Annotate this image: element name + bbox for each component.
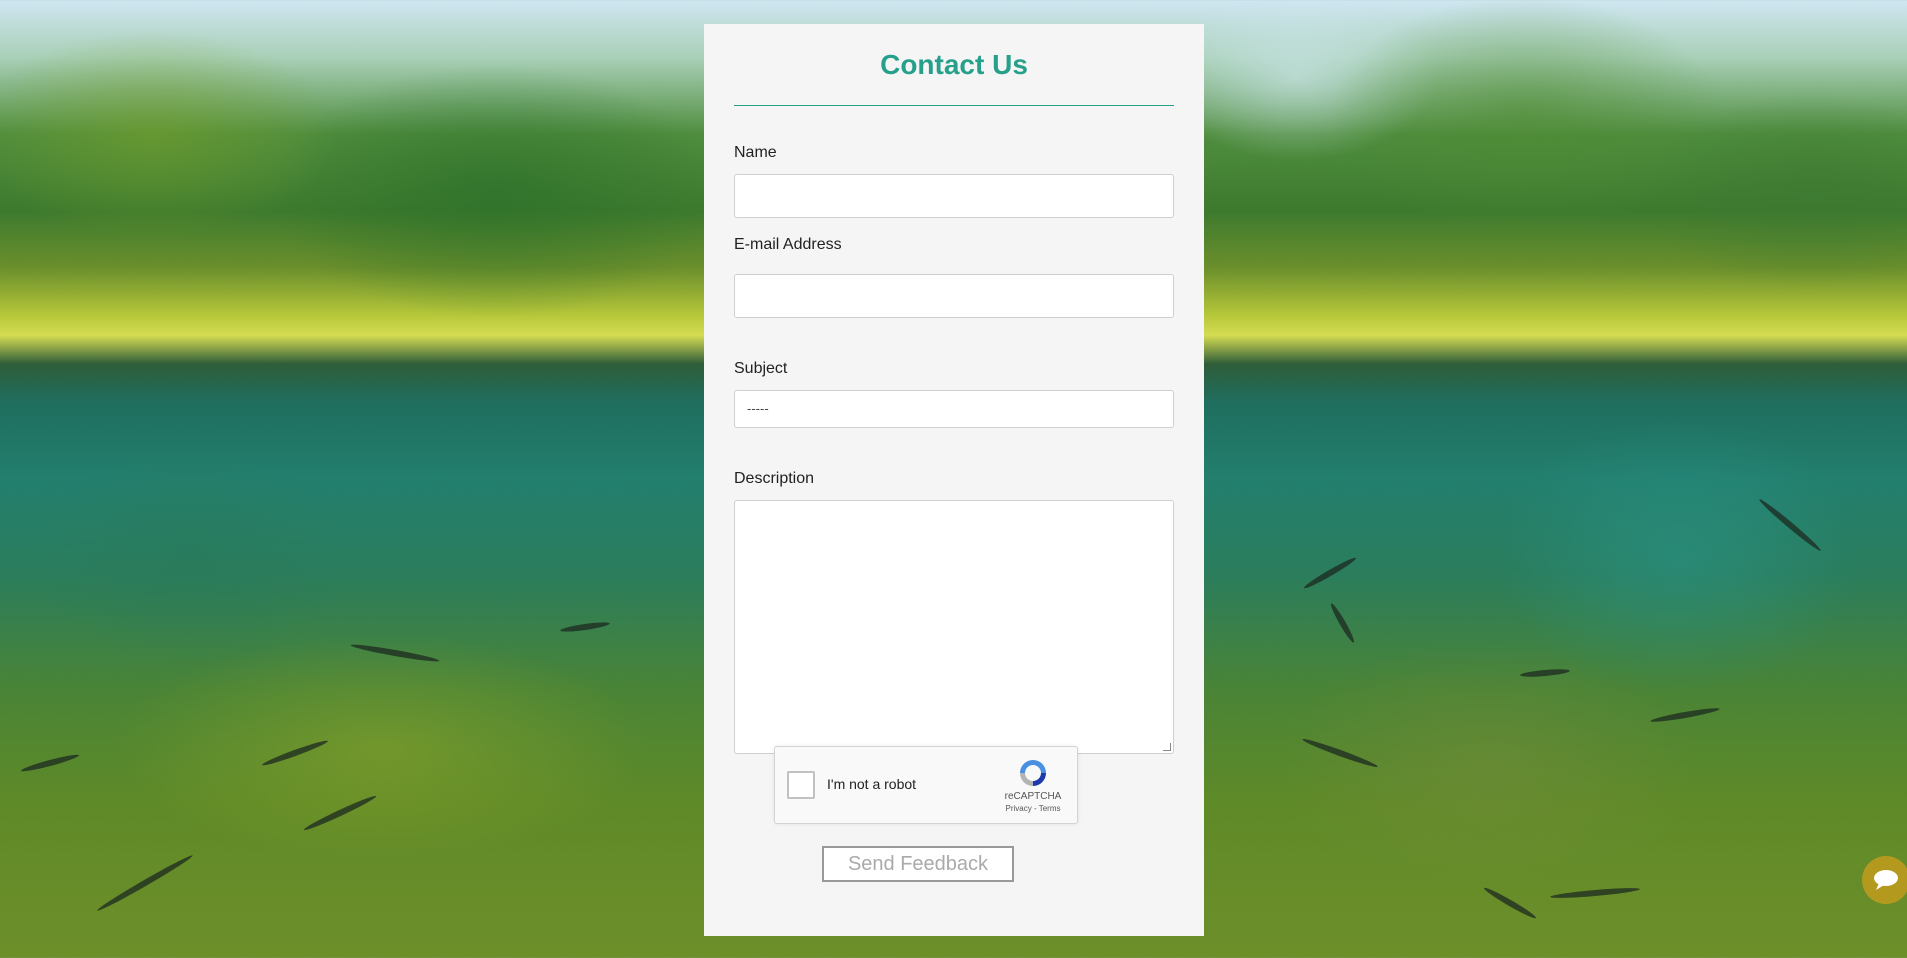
email-label: E-mail Address — [734, 236, 842, 253]
page-title: Contact Us — [734, 50, 1174, 106]
email-field[interactable] — [734, 274, 1174, 318]
recaptcha-icon — [1020, 760, 1046, 786]
chat-button[interactable] — [1862, 856, 1907, 904]
recaptcha-widget: I'm not a robot reCAPTCHA Privacy - Term… — [774, 746, 1078, 824]
recaptcha-links[interactable]: Privacy - Terms — [1001, 804, 1065, 813]
recaptcha-checkbox[interactable] — [787, 771, 815, 799]
description-label: Description — [734, 470, 815, 487]
recaptcha-logo: reCAPTCHA Privacy - Terms — [1001, 757, 1065, 813]
recaptcha-label: I'm not a robot — [827, 776, 917, 792]
recaptcha-brand: reCAPTCHA — [1004, 791, 1062, 802]
chat-icon — [1874, 870, 1898, 890]
resize-grip-icon[interactable] — [1163, 743, 1171, 751]
name-field[interactable] — [734, 174, 1174, 218]
description-textarea[interactable] — [734, 500, 1174, 754]
contact-form-panel: Contact Us Name E-mail Address Subject -… — [704, 24, 1204, 936]
subject-label: Subject — [734, 360, 788, 377]
subject-select[interactable]: ----- — [734, 390, 1174, 428]
name-label: Name — [734, 144, 777, 161]
send-feedback-button[interactable]: Send Feedback — [822, 846, 1014, 882]
